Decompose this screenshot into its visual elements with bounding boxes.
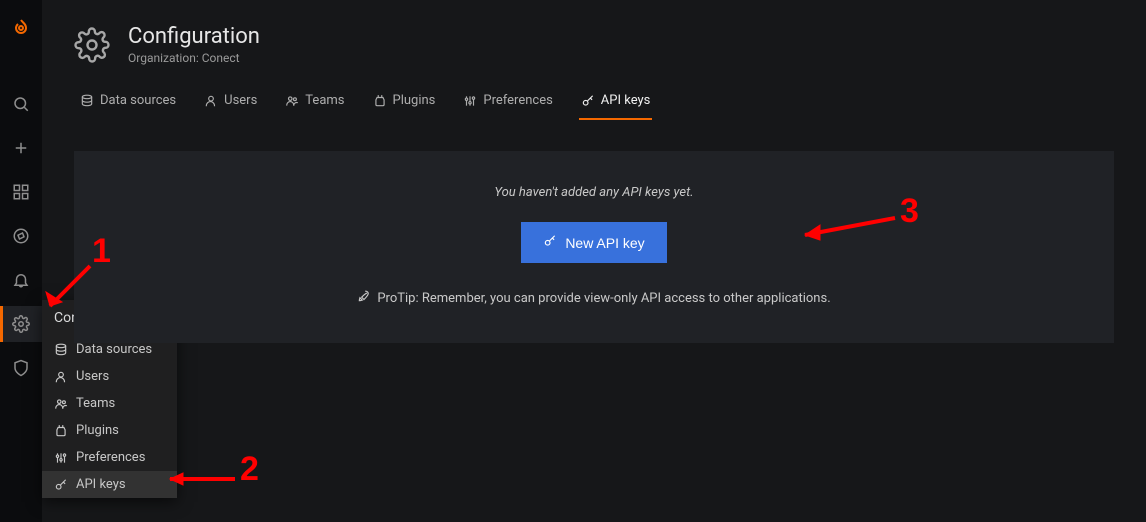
protip-text: ProTip: Remember, you can provide view-o… [377,291,830,306]
flyout-item-label: Data sources [76,342,152,357]
tab-label: Users [224,93,257,108]
annotation-arrow-3 [790,210,900,245]
tab-label: Plugins [393,93,436,108]
search-icon[interactable] [0,86,42,122]
server-admin-icon[interactable] [0,350,42,386]
flyout-item-label: Plugins [76,423,119,438]
empty-message: You haven't added any API keys yet. [94,185,1094,200]
rocket-icon [357,289,371,307]
flyout-item-label: Teams [76,396,115,411]
explore-icon[interactable] [0,218,42,254]
flyout-item-label: API keys [76,477,126,492]
flyout-item-label: Preferences [76,450,145,465]
page-title: Configuration [128,24,260,49]
new-api-key-button[interactable]: New API key [521,222,666,263]
alerting-icon[interactable] [0,262,42,298]
annotation-arrow-1 [38,258,98,318]
plus-icon[interactable] [0,130,42,166]
sidebar [0,0,42,522]
protip: ProTip: Remember, you can provide view-o… [94,289,1094,307]
button-label: New API key [565,235,644,251]
tab-teams[interactable]: Teams [283,85,346,120]
tab-label: Teams [305,93,344,108]
tab-plugins[interactable]: Plugins [371,85,438,120]
tab-label: Data sources [100,93,176,108]
grafana-logo-icon[interactable] [0,10,42,50]
main-content: Configuration Organization: Conect Data … [42,0,1146,343]
tabs: Data sources Users Teams Plugins Prefere… [74,85,1114,121]
annotation-arrow-2 [155,464,240,494]
flyout-item-plugins[interactable]: Plugins [42,417,177,444]
annotation-number-3: 3 [900,192,919,231]
page-header: Configuration Organization: Conect [74,24,1114,65]
page-subtitle: Organization: Conect [128,51,260,65]
dashboards-icon[interactable] [0,174,42,210]
tab-label: Preferences [483,93,552,108]
flyout-item-label: Users [76,369,109,384]
tab-api-keys[interactable]: API keys [579,85,653,120]
gear-icon [74,27,110,63]
configuration-icon[interactable] [0,306,42,342]
tab-preferences[interactable]: Preferences [461,85,554,120]
tab-data-sources[interactable]: Data sources [78,85,178,120]
annotation-number-2: 2 [240,450,259,489]
flyout-item-users[interactable]: Users [42,363,177,390]
key-icon [543,234,557,251]
tab-label: API keys [601,93,651,108]
flyout-item-teams[interactable]: Teams [42,390,177,417]
tab-users[interactable]: Users [202,85,259,120]
empty-state-panel: You haven't added any API keys yet. New … [74,151,1114,343]
